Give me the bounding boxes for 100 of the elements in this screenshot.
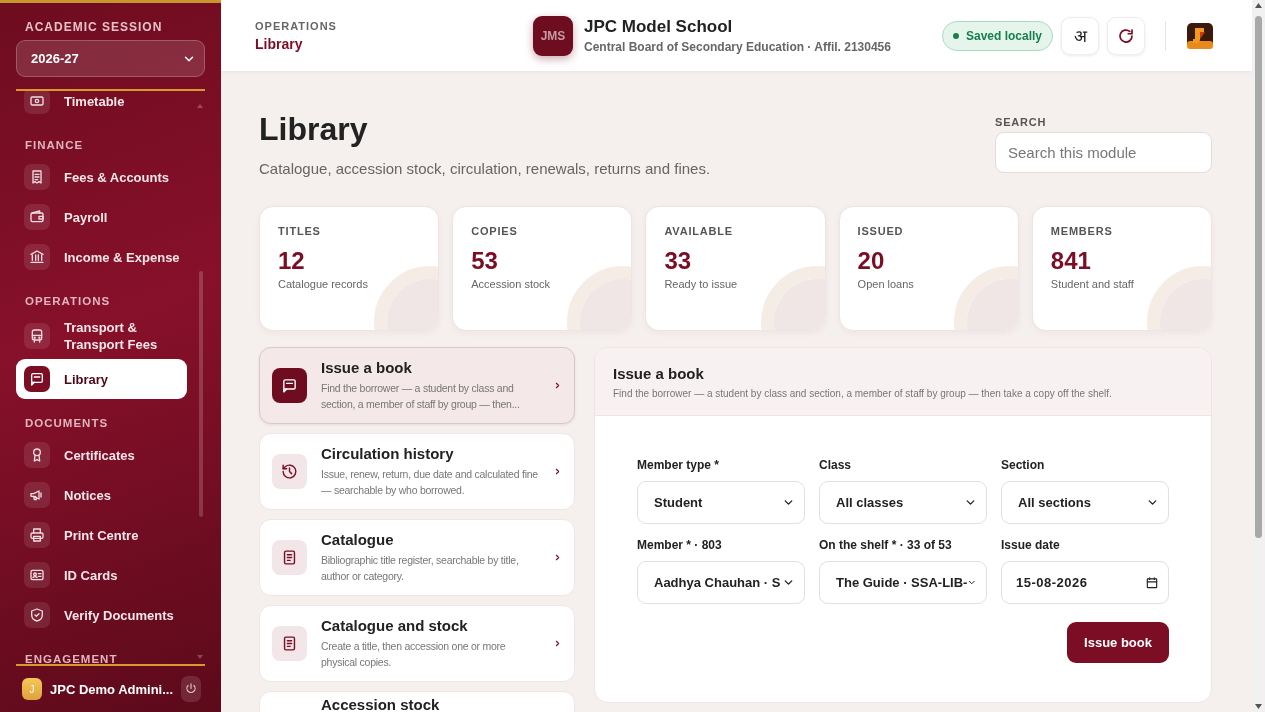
select-field[interactable]: Student xyxy=(637,481,805,524)
scrollbar-thumb[interactable] xyxy=(199,271,203,517)
stat-value: 841 xyxy=(1050,247,1092,275)
nav-item[interactable]: ID Cards xyxy=(16,555,205,595)
panel-title: Issue a book xyxy=(613,365,705,382)
chevron-right-icon xyxy=(553,553,562,562)
session-select[interactable]: 2026-27 xyxy=(16,40,205,77)
search-field[interactable]: Search this module xyxy=(995,132,1212,173)
user-name: JPC Demo Admini... xyxy=(50,681,174,697)
megaphone-icon xyxy=(29,487,45,503)
nav-item[interactable]: Payroll xyxy=(16,197,205,237)
stat-label: COPIES xyxy=(471,225,519,237)
history-icon xyxy=(281,463,298,480)
status-dot xyxy=(952,32,959,39)
stat-note: Catalogue records xyxy=(278,278,369,290)
chevron-right-icon xyxy=(553,467,562,476)
module-title: Catalogue xyxy=(321,531,395,548)
nav-item[interactable]: Print Centre xyxy=(16,515,205,555)
document-icon xyxy=(281,549,298,566)
document-icon xyxy=(281,635,298,652)
section-heading: DOCUMENTS xyxy=(24,416,110,431)
section-heading: FINANCE xyxy=(24,138,85,153)
field-label: Section xyxy=(1001,458,1046,472)
module-description: Create a title, then accession one or more physical copies. xyxy=(321,639,507,670)
date-field[interactable]: 15-08-2026 xyxy=(1001,561,1169,604)
logout-button[interactable] xyxy=(181,676,201,702)
field-label: Issue date xyxy=(1001,538,1061,552)
school-logo-icon xyxy=(1186,21,1214,50)
saved-status-badge: Saved locally xyxy=(941,20,1053,51)
refresh-icon xyxy=(1117,26,1135,45)
school-subtitle: Central Board of Secondary Education · Affil. 2130456 xyxy=(584,40,891,54)
scrollbar[interactable] xyxy=(1252,0,1265,712)
panel-description: Find the borrower — a student by class and section, a member of staff by group — then take a copy off the shelf. xyxy=(613,388,1113,399)
nav-item[interactable]: Library xyxy=(16,359,187,399)
select-field[interactable]: Aadhya Chauhan · S xyxy=(637,561,805,604)
nav-item[interactable]: Income & Expense xyxy=(16,237,205,277)
module-title: Issue a book xyxy=(321,359,413,376)
module-card[interactable]: Issue a book Find the borrower — a student by class and section, a member of staff by group — then... xyxy=(259,347,575,424)
module-title: Circulation history xyxy=(321,445,455,462)
message-square-icon xyxy=(29,371,45,387)
search-label: SEARCH xyxy=(995,116,1048,128)
module-description: Issue, renew, return, due date and calculated fine — searchable by who borrowed. xyxy=(321,467,539,498)
refresh-button[interactable] xyxy=(1107,16,1145,55)
issue-book-button[interactable]: Issue book xyxy=(1067,622,1169,663)
section-heading: ENGAGEMENT xyxy=(24,652,119,664)
field-label: Member type * xyxy=(637,458,721,472)
field-label: Class xyxy=(819,458,853,472)
module-title: Catalogue and stock xyxy=(321,617,469,634)
printer-icon xyxy=(29,527,45,543)
stat-label: ISSUED xyxy=(857,225,905,237)
avatar: J xyxy=(22,678,42,700)
chevron-right-icon xyxy=(553,639,562,648)
language-button[interactable]: अ xyxy=(1061,16,1099,55)
scroll-up-icon[interactable] xyxy=(1254,2,1263,9)
nav-item[interactable]: Timetable xyxy=(16,91,205,121)
field-label: On the shelf * · 33 of 53 xyxy=(819,538,953,552)
shield-check-icon xyxy=(29,607,45,623)
module-description: Find the borrower — a student by class and section, a member of staff by group — then... xyxy=(321,381,521,412)
nav-item[interactable]: Fees & Accounts xyxy=(16,157,205,197)
select-field[interactable]: All sections xyxy=(1001,481,1169,524)
stat-note: Open loans xyxy=(857,278,915,290)
module-card[interactable]: Accession stock xyxy=(259,691,575,712)
select-field[interactable]: All classes xyxy=(819,481,987,524)
breadcrumb-section: OPERATIONS xyxy=(255,19,533,32)
power-icon xyxy=(184,682,198,696)
module-description: Bibliographic title register, searchable by title, author or category. xyxy=(321,553,520,584)
stat-label: AVAILABLE xyxy=(664,225,734,237)
banknote-icon xyxy=(29,93,45,109)
nav-item[interactable]: Notices xyxy=(16,475,205,515)
wallet-icon xyxy=(29,209,45,225)
module-card[interactable]: Catalogue Bibliographic title register, searchable by title, author or category. xyxy=(259,519,575,596)
chevron-right-icon xyxy=(553,381,562,390)
stat-value: 33 xyxy=(664,247,693,275)
school-badge: JMS xyxy=(533,15,573,56)
receipt-icon xyxy=(29,169,45,185)
calendar-icon xyxy=(1145,575,1159,590)
module-title: Accession stock xyxy=(321,696,441,712)
stat-label: TITLES xyxy=(278,225,322,237)
field-label: Member * · 803 xyxy=(637,538,723,552)
stat-note: Student and staff xyxy=(1050,278,1135,290)
stat-note: Accession stock xyxy=(471,278,552,290)
nav-item[interactable]: Transport & Transport Fees xyxy=(16,313,205,359)
select-field[interactable]: The Guide · SSA-LIB- xyxy=(819,561,987,604)
stat-label: MEMBERS xyxy=(1050,225,1114,237)
nav-item[interactable]: Verify Documents xyxy=(16,595,205,635)
stat-value: 12 xyxy=(278,247,306,275)
module-card[interactable]: Circulation history Issue, renew, return, due date and calculated fine — searchable by who borrowed. xyxy=(259,433,575,510)
session-label: ACADEMIC SESSION xyxy=(25,20,164,34)
nav-item[interactable]: Certificates xyxy=(16,435,205,475)
page-subtitle: Catalogue, accession stock, circulation, renewals, returns and fines. xyxy=(259,160,711,177)
bank-icon xyxy=(29,249,45,265)
scroll-down-icon[interactable] xyxy=(1254,703,1263,710)
id-card-icon xyxy=(29,567,45,583)
breadcrumb-page: Library xyxy=(255,35,304,52)
message-square-icon xyxy=(281,377,298,394)
section-heading: OPERATIONS xyxy=(24,294,112,309)
school-name: JPC Model School xyxy=(584,17,734,37)
stat-note: Ready to issue xyxy=(664,278,739,290)
module-card[interactable]: Catalogue and stock Create a title, then accession one or more physical copies. xyxy=(259,605,575,682)
stat-value: 20 xyxy=(857,247,886,275)
